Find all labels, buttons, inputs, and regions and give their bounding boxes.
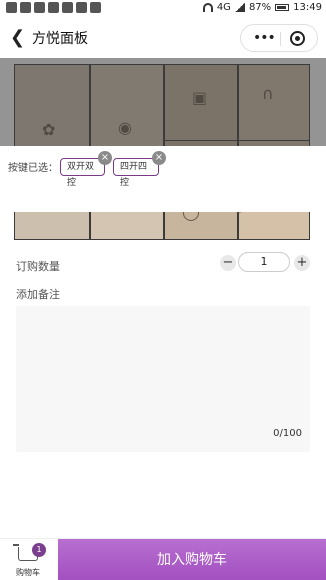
remove-chip-icon[interactable]: × bbox=[98, 151, 112, 165]
increase-quantity-button[interactable]: + bbox=[294, 255, 310, 271]
selected-key-chip[interactable]: 四开四控 × bbox=[113, 151, 166, 188]
capsule-divider bbox=[280, 32, 281, 46]
app-icon bbox=[62, 2, 73, 13]
status-indicators: 4G 87% 13:49 bbox=[202, 2, 322, 13]
back-arrow-icon[interactable]: ❮ bbox=[10, 28, 26, 48]
close-mini-program-icon[interactable] bbox=[290, 31, 305, 46]
battery-icon bbox=[275, 4, 290, 11]
selected-keys-label: 按键已选： bbox=[8, 163, 58, 174]
app-icon bbox=[90, 2, 101, 13]
note-label: 添加备注 bbox=[16, 288, 60, 301]
app-icon bbox=[76, 2, 87, 13]
app-icon bbox=[34, 2, 45, 13]
bottom-action-bar: 1 购物车 加入购物车 bbox=[0, 538, 326, 580]
mini-program-capsule: ••• bbox=[240, 24, 318, 52]
selected-key-chip[interactable]: 双开双控 × bbox=[60, 151, 112, 188]
cart-button[interactable]: 1 购物车 bbox=[0, 539, 56, 580]
more-menu-button[interactable]: ••• bbox=[253, 31, 276, 45]
selected-keys-popup: 按键已选： 双开双控 × 四开四控 × bbox=[0, 146, 326, 212]
modal-overlay[interactable] bbox=[0, 58, 326, 146]
chip-label: 四开四控 bbox=[120, 162, 148, 188]
app-icon bbox=[48, 2, 59, 13]
wifi-icon bbox=[202, 3, 213, 12]
app-icon bbox=[20, 2, 31, 13]
note-char-counter: 0/100 bbox=[273, 428, 302, 439]
cart-label: 购物车 bbox=[16, 568, 40, 577]
cart-count-badge: 1 bbox=[32, 543, 46, 557]
page-title: 方悦面板 bbox=[32, 31, 88, 47]
quantity-input[interactable]: 1 bbox=[238, 252, 290, 272]
notification-icons bbox=[6, 2, 101, 13]
status-bar: 4G 87% 13:49 bbox=[0, 0, 326, 18]
quantity-label: 订购数量 bbox=[16, 260, 60, 273]
app-icon bbox=[6, 2, 17, 13]
add-to-cart-button[interactable]: 加入购物车 bbox=[58, 539, 326, 580]
nav-bar: ❮ 方悦面板 ••• bbox=[0, 18, 326, 58]
decrease-quantity-button[interactable]: − bbox=[220, 255, 236, 271]
quantity-stepper: − 1 + bbox=[220, 252, 310, 274]
clock: 13:49 bbox=[293, 2, 322, 13]
chip-label: 双开双控 bbox=[67, 162, 95, 188]
remove-chip-icon[interactable]: × bbox=[152, 151, 166, 165]
battery-percent: 87% bbox=[248, 2, 272, 13]
network-label: 4G bbox=[216, 2, 231, 13]
note-textarea[interactable] bbox=[16, 306, 310, 452]
signal-icon bbox=[234, 3, 245, 12]
